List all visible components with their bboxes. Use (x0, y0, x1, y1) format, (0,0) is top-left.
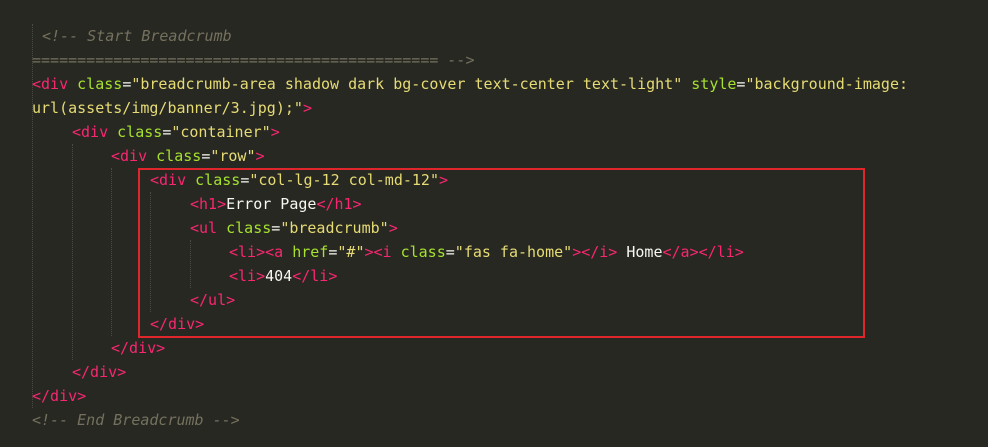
code-line[interactable]: </div> (32, 384, 86, 408)
code-line[interactable]: </div> (111, 336, 165, 360)
comment-end: <!-- End Breadcrumb --> (32, 411, 240, 429)
highlight-box (138, 168, 865, 338)
indent-guide (111, 168, 112, 336)
code-line[interactable]: <div class="row"> (111, 144, 265, 168)
attr-value: url(assets/img/banner/3.jpg);" (32, 99, 303, 117)
code-line[interactable]: <!-- Start Breadcrumb (42, 24, 232, 48)
attr-value: "row" (210, 147, 256, 165)
code-line[interactable]: <div class="container"> (72, 120, 280, 144)
attr-value: "breadcrumb-area shadow dark bg-cover te… (131, 75, 683, 93)
attr-name: style (691, 75, 737, 93)
attr-value: "container" (171, 123, 271, 141)
code-line[interactable]: <div class="breadcrumb-area shadow dark … (32, 72, 908, 96)
tag-open: <div (32, 75, 69, 93)
comment-separator: ========================================… (32, 51, 475, 69)
comment-start: <!-- Start Breadcrumb (42, 27, 232, 45)
code-line[interactable]: ========================================… (32, 48, 475, 72)
attr-name: class (77, 75, 123, 93)
attr-value: "background-image: (745, 75, 909, 93)
code-editor[interactable]: <!-- Start Breadcrumb ==================… (0, 0, 988, 447)
code-line[interactable]: <!-- End Breadcrumb --> (32, 408, 240, 432)
code-line[interactable]: </div> (72, 360, 126, 384)
code-line[interactable]: url(assets/img/banner/3.jpg);"> (32, 96, 312, 120)
indent-guide (72, 144, 73, 360)
